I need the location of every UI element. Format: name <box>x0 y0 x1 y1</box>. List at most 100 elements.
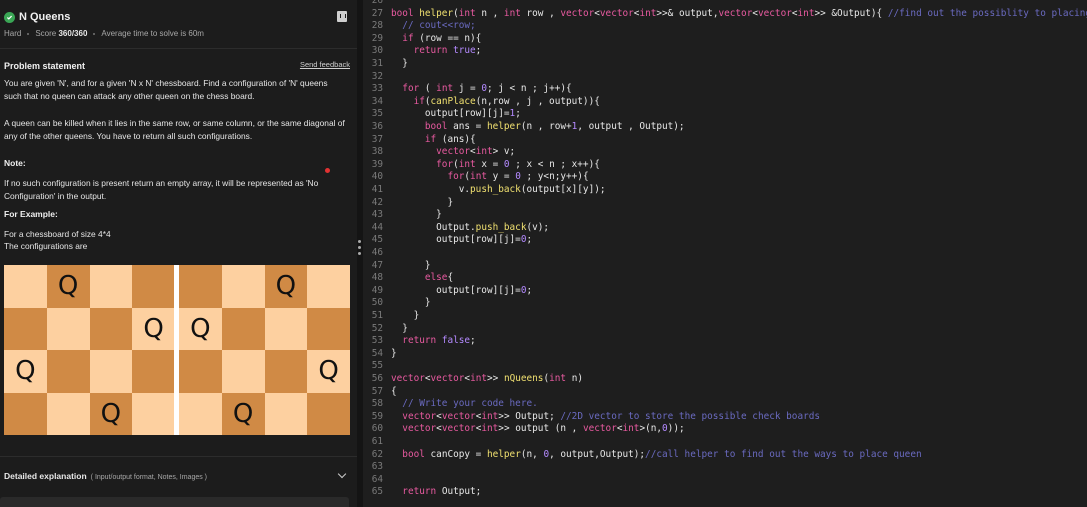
code-token: >>& output, <box>656 7 719 19</box>
code-token: (v); <box>526 221 550 233</box>
score-value: 360/360 <box>58 29 88 38</box>
next-section-bar <box>0 497 349 507</box>
statement-paragraph-2: A queen can be killed when it lies in th… <box>4 118 345 141</box>
board-square <box>179 350 222 393</box>
code-text: vector<vector<int>> output (n , vector<i… <box>391 423 684 435</box>
code-token: helper <box>419 7 454 19</box>
send-feedback-link[interactable]: Send feedback <box>300 60 350 69</box>
code-line: 61 <box>363 436 391 448</box>
code-token: if <box>402 32 420 44</box>
chevron-down-icon[interactable] <box>337 469 347 479</box>
code-token: nQueens <box>503 373 544 384</box>
code-text: return false; <box>391 335 476 347</box>
code-token: > v; <box>492 146 516 158</box>
line-number: 55 <box>371 360 383 372</box>
code-line: 45 output[row][j]=0; <box>363 234 532 246</box>
code-token: ; <box>515 108 521 120</box>
code-text: if (ans){ <box>391 134 476 146</box>
code-token: int <box>481 423 499 435</box>
board-square <box>221 265 265 308</box>
code-line: 58 // Write your code here. <box>363 398 538 410</box>
code-token: int <box>622 423 640 435</box>
code-editor[interactable]: 26 27 bool helper(int n , int row , vector… <box>363 0 1087 507</box>
detailed-explanation-toggle[interactable]: Detailed explanation( Input/output forma… <box>4 471 207 481</box>
board-square <box>264 350 308 393</box>
code-token: canPlace <box>430 95 476 107</box>
code-token: // Write your code here. <box>402 398 538 410</box>
detailed-explanation-label: Detailed explanation <box>4 471 87 481</box>
example-heading: For Example: <box>4 209 58 219</box>
bookmark-icon[interactable] <box>337 11 347 22</box>
code-line: 30 return true; <box>363 45 482 57</box>
line-number: 47 <box>371 259 383 271</box>
board-square <box>132 350 175 393</box>
code-token: (n , row+ <box>520 121 572 132</box>
queen-piece: Q <box>318 356 339 387</box>
code-token: { <box>447 272 454 284</box>
line-number: 27 <box>371 7 383 19</box>
board-square: Q <box>307 350 350 393</box>
line-number: 53 <box>371 335 383 347</box>
code-token: (row == n){ <box>419 32 482 44</box>
board-square <box>4 307 47 350</box>
line-number: 52 <box>371 322 383 334</box>
code-text: for(int y = 0 ; y<n;y++){ <box>391 171 589 183</box>
line-number: 37 <box>371 133 383 145</box>
code-token: Output; <box>441 486 482 498</box>
code-line: 29 if (row == n){ <box>363 33 482 45</box>
problem-header: N Queens <box>4 9 349 25</box>
code-token: return <box>402 486 442 498</box>
code-token: true <box>453 45 476 57</box>
code-line: 26 <box>363 0 391 7</box>
line-number: 39 <box>371 158 383 170</box>
code-token: ; <box>470 335 476 347</box>
code-token: vector <box>441 423 476 435</box>
drag-handle-icon[interactable] <box>358 240 362 258</box>
notification-dot <box>325 168 330 173</box>
problem-panel: N Queens Hard Score 360/360 Average time… <box>0 0 357 507</box>
board-square <box>307 307 350 350</box>
board-square <box>221 307 265 350</box>
code-token: vector <box>758 7 792 19</box>
code-token: (n,row , j , output)){ <box>475 95 600 107</box>
line-number: 38 <box>371 146 383 158</box>
line-number: 44 <box>371 221 383 233</box>
code-token: n , <box>481 7 504 19</box>
code-line: 51 } <box>363 310 420 322</box>
code-token: return <box>402 335 442 347</box>
line-number: 49 <box>371 284 383 296</box>
line-number: 34 <box>371 95 383 107</box>
code-token: vector <box>391 373 425 384</box>
code-token: Output. <box>391 221 476 233</box>
code-token: ; y<n;y++){ <box>520 171 589 183</box>
queen-piece: Q <box>143 313 164 344</box>
code-line: 37 if (ans){ <box>363 134 476 146</box>
board-square <box>179 392 222 435</box>
code-token: , output , Output); <box>577 121 685 132</box>
board-square <box>89 350 133 393</box>
code-line: 32 <box>363 71 391 83</box>
code-token: output[row][j]= <box>391 234 521 246</box>
code-line: 42 } <box>363 197 453 209</box>
board-square <box>132 392 175 435</box>
line-number: 43 <box>371 209 383 221</box>
code-token: vector <box>560 7 595 19</box>
code-token: for <box>447 171 465 183</box>
code-token: vector <box>436 146 471 158</box>
code-line: 49 output[row][j]=0; <box>363 285 532 297</box>
code-text: bool helper(int n , int row , vector<vec… <box>391 8 1087 20</box>
code-token: ; <box>475 45 482 57</box>
problem-meta: Hard Score 360/360 Average time to solve… <box>4 29 204 38</box>
code-token: (ans){ <box>441 133 476 145</box>
code-text: if (row == n){ <box>391 33 481 45</box>
code-text: output[row][j]=0; <box>391 234 532 246</box>
code-text: output[row][j]=0; <box>391 285 532 297</box>
line-number: 30 <box>371 45 383 57</box>
code-token: int <box>475 146 493 158</box>
line-number: 61 <box>371 436 383 447</box>
code-line: 53 return false; <box>363 335 476 347</box>
